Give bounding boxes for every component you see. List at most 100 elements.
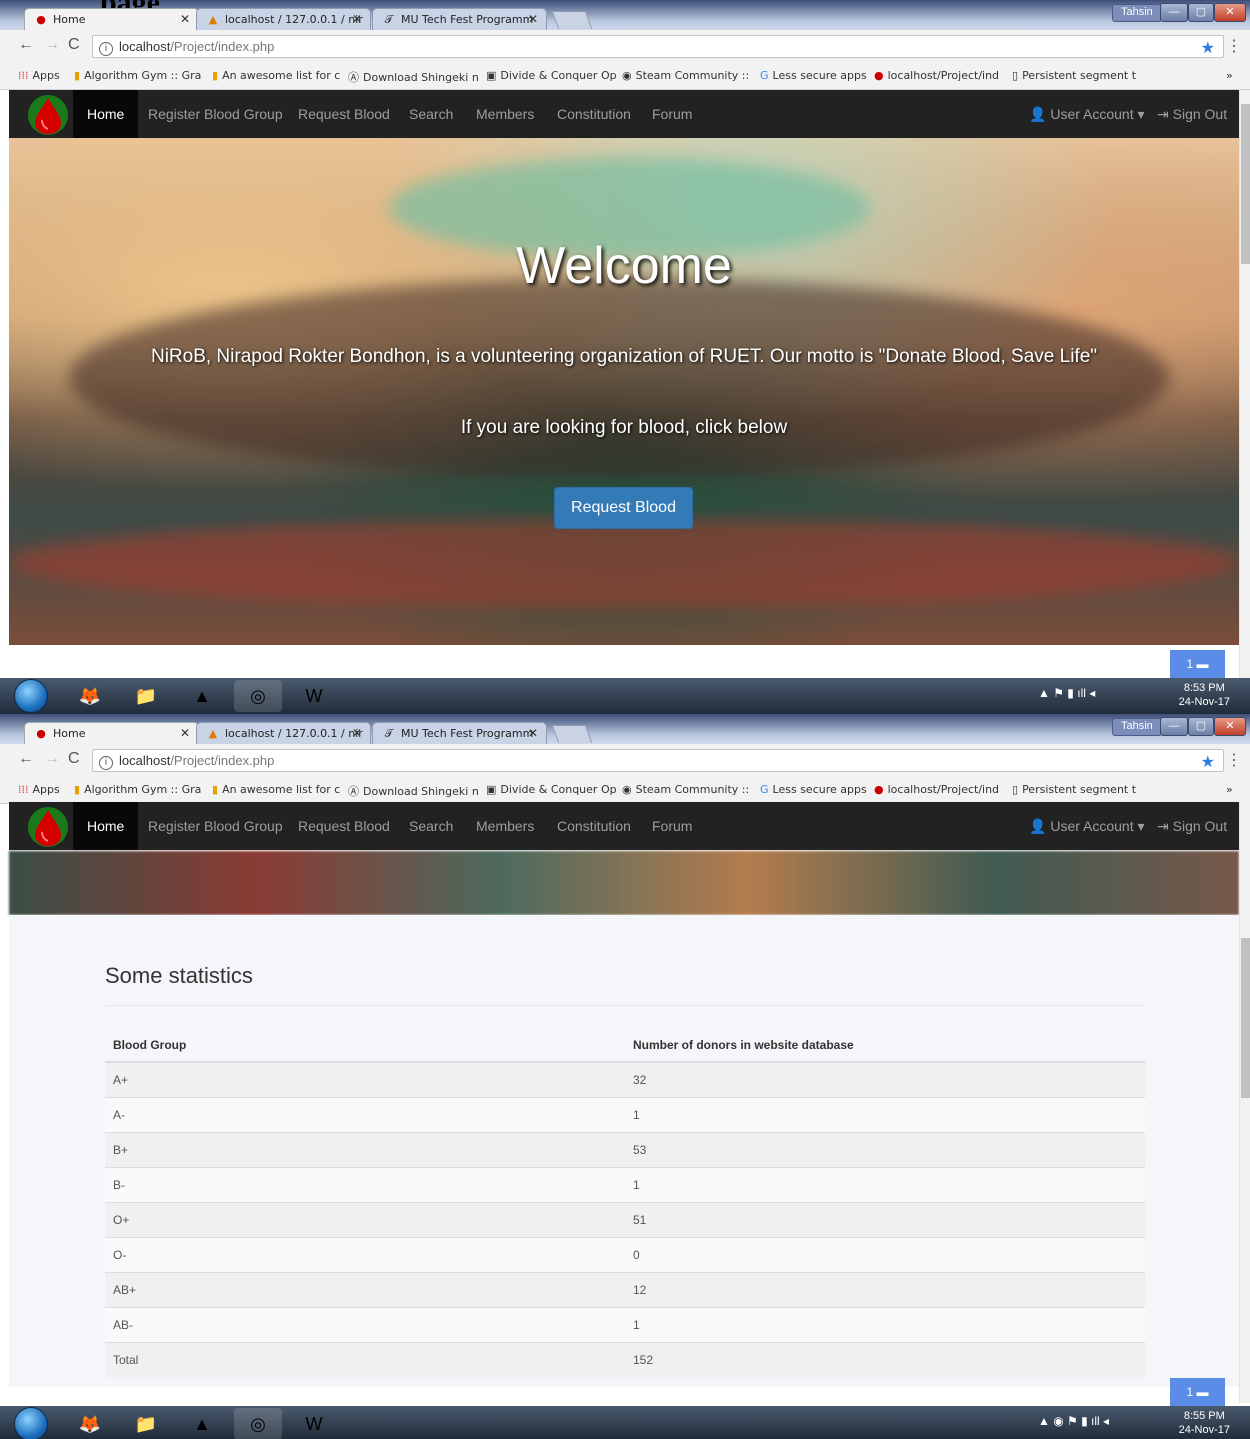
chat-badge[interactable]: 1 ▬ (1170, 650, 1225, 678)
forward-icon[interactable]: → (44, 36, 60, 54)
request-blood-button[interactable]: Request Blood (554, 487, 693, 529)
minimize-button[interactable]: — (1160, 717, 1188, 736)
bookmarks-overflow[interactable]: » (1226, 69, 1233, 82)
bookmark-item[interactable]: ◉ Steam Community :: (622, 69, 749, 82)
page-scrollbar[interactable] (1239, 802, 1250, 1403)
reload-icon[interactable]: C (68, 750, 80, 768)
close-icon[interactable]: ✕ (352, 726, 362, 740)
bookmark-item[interactable]: Ⓐ Download Shingeki n (348, 69, 479, 85)
close-icon[interactable]: ✕ (180, 12, 190, 26)
profile-button[interactable]: Tahsin (1112, 718, 1162, 736)
nav-register-blood-group[interactable]: Register Blood Group (134, 90, 297, 138)
tray-icons[interactable]: ▲ ◉ ⚑ ▮ ıll ◂ (1038, 1414, 1109, 1428)
chrome-icon[interactable]: ◎ (234, 1408, 282, 1439)
bookmark-item[interactable]: ▯ Persistent segment t (1012, 69, 1136, 82)
nav-request-blood[interactable]: Request Blood (284, 802, 404, 850)
tray-icons[interactable]: ▲ ⚑ ▮ ıll ◂ (1038, 686, 1095, 700)
tab-mu-tech-fest[interactable]: 𝒯 MU Tech Fest Programm ✕ (372, 8, 547, 30)
window-close-button[interactable]: ✕ (1214, 717, 1246, 736)
start-button[interactable] (14, 1407, 48, 1439)
nav-search[interactable]: Search (395, 90, 467, 138)
nav-home[interactable]: Home (73, 802, 139, 850)
sign-out-link[interactable]: ⇥ Sign Out (1143, 802, 1241, 850)
word-icon[interactable]: W (290, 680, 338, 712)
page-scrollbar[interactable] (1239, 90, 1250, 678)
firefox-icon[interactable]: 🦊 (66, 680, 114, 712)
url-input[interactable]: i localhost/Project/index.php ★ (92, 749, 1224, 772)
bookmark-item[interactable]: ◉ Steam Community :: (622, 783, 749, 796)
back-icon[interactable]: ← (18, 36, 34, 54)
bookmark-star-icon[interactable]: ★ (1201, 752, 1215, 772)
bookmark-item[interactable]: Ⓐ Download Shingeki n (348, 783, 479, 799)
nirob-logo-icon[interactable] (23, 94, 73, 136)
bookmark-item[interactable]: G Less secure apps (760, 783, 867, 796)
bookmark-item[interactable]: ● localhost/Project/ind (874, 783, 999, 796)
window-close-button[interactable]: ✕ (1214, 3, 1246, 22)
explorer-folder-icon[interactable]: 📁 (122, 1408, 170, 1439)
vlc-icon[interactable]: ▲ (178, 680, 226, 712)
scroll-thumb[interactable] (1241, 104, 1250, 264)
nav-constitution[interactable]: Constitution (543, 802, 645, 850)
bookmark-item[interactable]: ▣ Divide & Conquer Op (486, 69, 617, 82)
donor-count-cell: 1 (625, 1166, 1145, 1202)
close-icon[interactable]: ✕ (352, 12, 362, 26)
bookmark-item[interactable]: ▮ An awesome list for c (212, 69, 340, 82)
bookmark-star-icon[interactable]: ★ (1201, 38, 1215, 58)
scroll-thumb[interactable] (1241, 938, 1250, 1098)
vlc-icon[interactable]: ▲ (178, 1408, 226, 1439)
tab-home[interactable]: ● Home ✕ (24, 722, 199, 744)
firefox-icon[interactable]: 🦊 (66, 1408, 114, 1439)
maximize-button[interactable]: ▢ (1188, 3, 1214, 22)
nav-members[interactable]: Members (462, 802, 548, 850)
minimize-button[interactable]: — (1160, 3, 1188, 22)
tab-home[interactable]: ● Home ✕ (24, 8, 199, 30)
back-icon[interactable]: ← (18, 750, 34, 768)
bookmark-item[interactable]: ▮ Algorithm Gym :: Gra (74, 783, 201, 796)
bookmarks-overflow[interactable]: » (1226, 783, 1233, 796)
nav-register-blood-group[interactable]: Register Blood Group (134, 802, 297, 850)
system-clock[interactable]: 8:55 PM 24-Nov-17 (1179, 1409, 1230, 1437)
bookmark-apps[interactable]: ⁞⁞⁞ Apps (18, 783, 60, 796)
chrome-menu-icon[interactable]: ⋮ (1226, 36, 1242, 56)
nav-forum[interactable]: Forum (638, 90, 706, 138)
user-account-dropdown[interactable]: 👤 User Account ▾ (1015, 90, 1159, 138)
nav-forum[interactable]: Forum (638, 802, 706, 850)
maximize-button[interactable]: ▢ (1188, 717, 1214, 736)
chrome-icon[interactable]: ◎ (234, 680, 282, 712)
explorer-folder-icon[interactable]: 📁 (122, 680, 170, 712)
info-icon[interactable]: i (99, 756, 113, 770)
nav-search[interactable]: Search (395, 802, 467, 850)
url-input[interactable]: i localhost/Project/index.php ★ (92, 35, 1224, 58)
tab-phpmyadmin[interactable]: ▲ localhost / 127.0.0.1 / nir ✕ (196, 722, 371, 744)
tab-phpmyadmin[interactable]: ▲ localhost / 127.0.0.1 / nir ✕ (196, 8, 371, 30)
bookmark-item[interactable]: ▮ An awesome list for c (212, 783, 340, 796)
new-tab-button[interactable] (551, 725, 593, 743)
nav-request-blood[interactable]: Request Blood (284, 90, 404, 138)
bookmark-item[interactable]: ▣ Divide & Conquer Op (486, 783, 617, 796)
bookmark-item[interactable]: ▮ Algorithm Gym :: Gra (74, 69, 201, 82)
close-icon[interactable]: ✕ (528, 726, 538, 740)
start-button[interactable] (14, 679, 48, 713)
chrome-menu-icon[interactable]: ⋮ (1226, 750, 1242, 770)
new-tab-button[interactable] (551, 11, 593, 29)
bookmark-item[interactable]: G Less secure apps (760, 69, 867, 82)
word-icon[interactable]: W (290, 1408, 338, 1439)
bookmark-item[interactable]: ▯ Persistent segment t (1012, 783, 1136, 796)
nav-members[interactable]: Members (462, 90, 548, 138)
reload-icon[interactable]: C (68, 36, 80, 54)
nirob-logo-icon[interactable] (23, 806, 73, 848)
forward-icon[interactable]: → (44, 750, 60, 768)
bookmark-apps[interactable]: ⁞⁞⁞ Apps (18, 69, 60, 82)
close-icon[interactable]: ✕ (180, 726, 190, 740)
close-icon[interactable]: ✕ (528, 12, 538, 26)
chat-badge[interactable]: 1 ▬ (1170, 1378, 1225, 1406)
info-icon[interactable]: i (99, 42, 113, 56)
sign-out-link[interactable]: ⇥ Sign Out (1143, 90, 1241, 138)
nav-constitution[interactable]: Constitution (543, 90, 645, 138)
bookmark-item[interactable]: ● localhost/Project/ind (874, 69, 999, 82)
profile-button[interactable]: Tahsin (1112, 4, 1162, 22)
user-account-dropdown[interactable]: 👤 User Account ▾ (1015, 802, 1159, 850)
nav-home[interactable]: Home (73, 90, 139, 138)
system-clock[interactable]: 8:53 PM 24-Nov-17 (1179, 681, 1230, 709)
tab-mu-tech-fest[interactable]: 𝒯 MU Tech Fest Programm ✕ (372, 722, 547, 744)
